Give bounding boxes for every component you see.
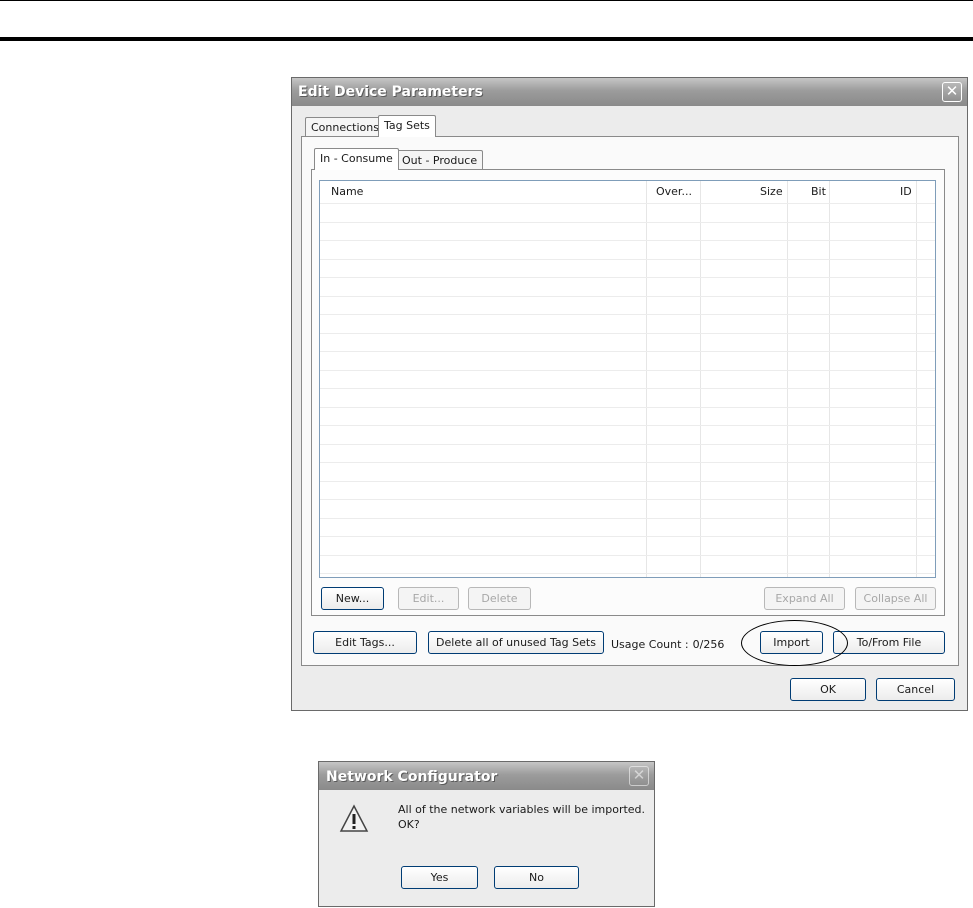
list-row-line bbox=[320, 573, 935, 574]
column-bit[interactable]: Bit bbox=[811, 185, 826, 198]
usage-count-label: Usage Count : bbox=[611, 638, 689, 651]
list-row-line bbox=[320, 332, 935, 334]
list-row-line bbox=[320, 295, 935, 297]
list-row-line bbox=[320, 240, 935, 241]
expand-all-button[interactable]: Expand All bbox=[764, 587, 845, 610]
edit-button[interactable]: Edit... bbox=[398, 587, 459, 610]
tab-out-produce[interactable]: Out - Produce bbox=[396, 150, 484, 170]
tab-in-consume[interactable]: In - Consume bbox=[314, 148, 399, 170]
usage-count-value: 0/256 bbox=[692, 638, 725, 651]
list-header: Name Over... Size Bit ID bbox=[320, 181, 935, 204]
dialog-titlebar[interactable]: Edit Device Parameters ✕ bbox=[292, 78, 967, 106]
list-row-line bbox=[320, 517, 935, 519]
message-line-2: OK? bbox=[398, 818, 420, 831]
list-row-line bbox=[320, 369, 935, 371]
new-button[interactable]: New... bbox=[321, 587, 384, 610]
list-row-line bbox=[320, 351, 935, 352]
tab-tag-sets[interactable]: Tag Sets bbox=[378, 115, 436, 137]
list-row-line bbox=[320, 499, 935, 500]
close-icon[interactable]: ✕ bbox=[942, 82, 962, 102]
list-row-line bbox=[320, 536, 935, 537]
list-row-line bbox=[320, 406, 935, 408]
tab-connections[interactable]: Connections bbox=[305, 117, 385, 137]
list-row-line bbox=[320, 221, 935, 223]
usage-count: Usage Count :0/256 bbox=[611, 638, 724, 651]
delete-button[interactable]: Delete bbox=[468, 587, 531, 610]
tag-set-list[interactable]: Name Over... Size Bit ID bbox=[319, 180, 936, 578]
column-name[interactable]: Name bbox=[331, 185, 363, 198]
list-row-line bbox=[320, 425, 935, 426]
column-override[interactable]: Over... bbox=[656, 185, 692, 198]
list-row-line bbox=[320, 277, 935, 278]
close-icon[interactable]: ✕ bbox=[629, 766, 649, 786]
page-top-rule bbox=[0, 0, 973, 1]
edit-tags-button[interactable]: Edit Tags... bbox=[313, 631, 417, 654]
column-id[interactable]: ID bbox=[900, 185, 912, 198]
delete-unused-tag-sets-button[interactable]: Delete all of unused Tag Sets bbox=[428, 631, 604, 654]
list-row-line bbox=[320, 443, 935, 445]
collapse-all-button[interactable]: Collapse All bbox=[855, 587, 936, 610]
ok-button[interactable]: OK bbox=[790, 678, 866, 701]
list-row-line bbox=[320, 314, 935, 315]
column-size[interactable]: Size bbox=[760, 185, 783, 198]
dialog-title: Edit Device Parameters bbox=[298, 84, 483, 100]
message-line-1: All of the network variables will be imp… bbox=[398, 803, 646, 816]
list-row-line bbox=[320, 480, 935, 482]
message-title: Network Configurator bbox=[326, 769, 498, 785]
page-header-rule bbox=[0, 37, 973, 41]
list-row-line bbox=[320, 462, 935, 463]
list-row-line bbox=[320, 203, 935, 204]
import-button[interactable]: Import bbox=[760, 631, 823, 654]
yes-button[interactable]: Yes bbox=[401, 866, 478, 889]
no-button[interactable]: No bbox=[494, 866, 579, 889]
to-from-file-button[interactable]: To/From File bbox=[833, 631, 945, 654]
message-titlebar[interactable]: Network Configurator ✕ bbox=[319, 762, 654, 790]
list-row-line bbox=[320, 388, 935, 389]
list-row-line bbox=[320, 554, 935, 556]
warning-icon bbox=[339, 804, 369, 832]
list-row-line bbox=[320, 258, 935, 260]
network-configurator-dialog: Network Configurator ✕ All of the networ… bbox=[318, 761, 655, 907]
cancel-button[interactable]: Cancel bbox=[876, 678, 955, 701]
